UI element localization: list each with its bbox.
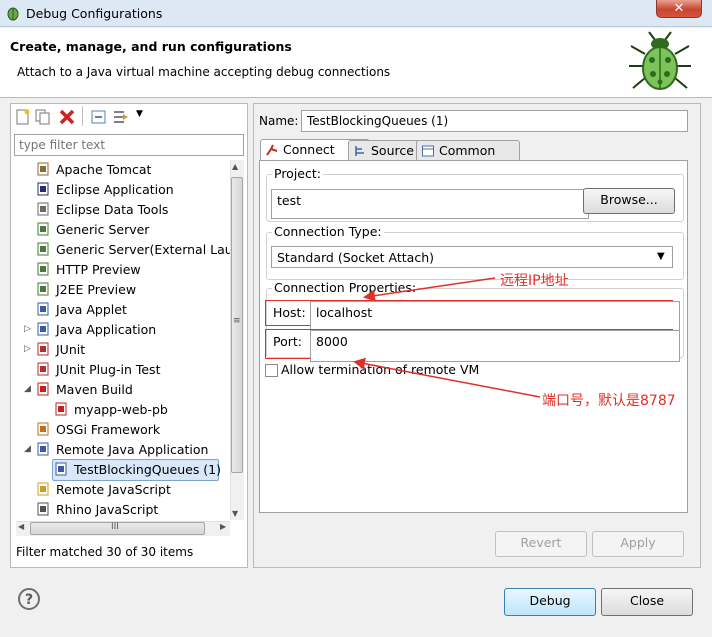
window-title: Debug Configurations xyxy=(26,6,163,21)
tree-item-label: Remote Java Application xyxy=(56,442,209,457)
filter-status: Filter matched 30 of 30 items xyxy=(16,545,194,559)
debug-button[interactable]: Debug xyxy=(504,588,596,616)
tree-item-label: Maven Build xyxy=(56,382,133,397)
window-close-button[interactable]: ✕ xyxy=(656,0,702,18)
scroll-down-icon[interactable]: ▼ xyxy=(232,509,238,518)
tree-item-label: Java Applet xyxy=(56,302,127,317)
tree-item-label: Remote JavaScript xyxy=(56,482,171,497)
junit-icon xyxy=(37,362,49,376)
chevron-down-icon[interactable]: ▼ xyxy=(136,109,154,127)
help-icon[interactable]: ? xyxy=(18,588,40,610)
java-app-icon xyxy=(37,322,49,336)
host-label: Host: xyxy=(273,305,306,320)
tree-item-label: Eclipse Application xyxy=(56,182,174,197)
scroll-up-icon[interactable]: ▲ xyxy=(232,162,238,171)
remote-ip-annotation: 远程IP地址 xyxy=(500,273,569,289)
tab-label: Common xyxy=(439,143,496,158)
project-field[interactable]: test xyxy=(271,189,589,219)
annotation-arrows xyxy=(353,277,540,398)
server-icon xyxy=(37,222,49,236)
maven-icon xyxy=(55,402,67,416)
tree-item-label: myapp-web-pb xyxy=(74,402,168,417)
expand-icon[interactable]: ▷ xyxy=(24,320,31,339)
junit-icon xyxy=(37,342,49,356)
revert-button[interactable]: Revert xyxy=(495,531,587,557)
connect-icon xyxy=(266,144,278,156)
scroll-right-icon[interactable]: ▶ xyxy=(220,522,226,531)
port-label: Port: xyxy=(273,334,302,349)
tree-item-label: TestBlockingQueues (1) xyxy=(74,462,222,477)
server-icon xyxy=(37,262,49,276)
common-icon xyxy=(422,145,434,157)
tab-label: Source xyxy=(371,143,414,158)
scroll-grip-icon: ≡ xyxy=(233,316,241,326)
vertical-scroll-thumb[interactable]: ≡ xyxy=(231,177,243,473)
server-icon xyxy=(37,282,49,296)
filter-input[interactable] xyxy=(14,134,244,156)
tree-item-label: Java Application xyxy=(56,322,157,337)
eclipse-icon xyxy=(37,182,49,196)
tree-item-label: Eclipse Data Tools xyxy=(56,202,169,217)
tab-label: Connect xyxy=(283,142,335,157)
javascript-icon xyxy=(37,482,49,496)
tab-common[interactable]: Common xyxy=(416,140,520,161)
filter-icon[interactable] xyxy=(112,108,130,126)
allow-termination-checkbox[interactable] xyxy=(265,364,278,377)
tree-item-label: JUnit xyxy=(56,342,86,357)
name-label: Name: xyxy=(259,114,299,128)
new-config-icon[interactable] xyxy=(14,108,32,126)
configuration-tree: Apache Tomcat Eclipse Application Eclipse … xyxy=(16,160,230,520)
tree-item-label: Rhino JavaScript xyxy=(56,502,159,517)
scroll-grip-icon: III xyxy=(111,522,119,532)
tree-item-label: HTTP Preview xyxy=(56,262,141,277)
header-subtitle: Attach to a Java virtual machine accepti… xyxy=(17,65,391,79)
toolbar-separator xyxy=(82,106,83,126)
rhino-icon xyxy=(37,502,49,516)
chevron-down-icon: ▼ xyxy=(657,251,665,262)
tree-item-label: Generic Server(External Launch) xyxy=(56,242,230,257)
scroll-left-icon[interactable]: ◀ xyxy=(18,522,24,531)
close-button[interactable]: Close xyxy=(601,588,693,616)
apply-button[interactable]: Apply xyxy=(592,531,684,557)
connection-type-select[interactable]: Standard (Socket Attach) xyxy=(271,246,673,268)
expand-icon[interactable]: ▷ xyxy=(24,340,31,359)
collapse-icon[interactable]: ◢ xyxy=(24,380,31,399)
delete-config-icon[interactable] xyxy=(58,108,76,126)
connection-type-label: Connection Type: xyxy=(272,224,384,239)
maven-icon xyxy=(37,382,49,396)
remote-java-icon xyxy=(55,462,67,476)
debug-app-icon xyxy=(7,7,19,21)
database-icon xyxy=(37,202,49,216)
tree-item-label: Apache Tomcat xyxy=(56,162,152,177)
horizontal-scroll-thumb[interactable]: III xyxy=(30,522,205,535)
header-title: Create, manage, and run configurations xyxy=(10,39,292,54)
browse-button[interactable]: Browse... xyxy=(583,188,675,214)
tomcat-icon xyxy=(37,162,49,176)
collapse-all-icon[interactable] xyxy=(90,108,108,126)
port-annotation: 端口号，默认是8787 xyxy=(542,393,676,409)
bug-icon xyxy=(629,31,691,90)
name-field[interactable]: TestBlockingQueues (1) xyxy=(301,110,688,132)
tree-item-label: Generic Server xyxy=(56,222,150,237)
remote-java-icon xyxy=(37,442,49,456)
server-icon xyxy=(37,242,49,256)
collapse-icon[interactable]: ◢ xyxy=(24,440,31,459)
tree-item-label: J2EE Preview xyxy=(56,282,137,297)
osgi-icon xyxy=(37,422,49,436)
source-icon xyxy=(355,146,364,156)
duplicate-config-icon[interactable] xyxy=(34,108,52,126)
project-label: Project: xyxy=(272,166,323,181)
tree-item-label: JUnit Plug-in Test xyxy=(56,362,161,377)
tree-item-label: OSGi Framework xyxy=(56,422,161,437)
applet-icon xyxy=(37,302,49,316)
